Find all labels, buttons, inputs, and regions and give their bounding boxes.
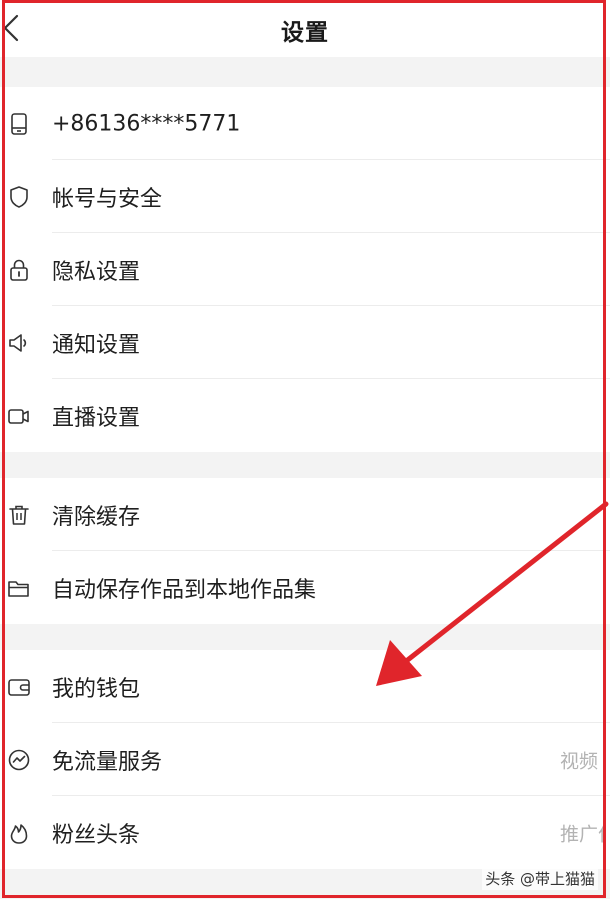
lock-icon — [6, 257, 32, 283]
trash-icon — [6, 502, 32, 528]
folder-icon — [6, 575, 32, 601]
section-gap — [0, 57, 610, 87]
settings-item-label: 帐号与安全 — [52, 186, 163, 212]
settings-item-label: 自动保存作品到本地作品集 — [52, 577, 317, 603]
settings-item-label: 隐私设置 — [52, 259, 141, 285]
settings-item-free-data[interactable]: 免流量服务 视频 — [0, 723, 610, 796]
settings-item-detail: 推广作品 — [560, 823, 606, 845]
settings-item-live[interactable]: 直播设置 — [0, 379, 610, 452]
settings-item-label: 免流量服务 — [52, 749, 163, 775]
data-plan-icon — [6, 747, 32, 773]
settings-item-label: 粉丝头条 — [52, 822, 141, 848]
shield-icon — [6, 184, 32, 210]
phone-icon — [6, 111, 32, 137]
settings-item-label: 直播设置 — [52, 405, 141, 431]
settings-item-detail: 视频 — [560, 750, 599, 772]
nav-header: 设置 — [0, 0, 610, 57]
camera-icon — [6, 403, 32, 429]
annotation-arrow — [376, 501, 609, 686]
settings-item-label: 我的钱包 — [52, 676, 141, 702]
settings-item-label: 通知设置 — [52, 332, 141, 358]
settings-item-notifications[interactable]: 通知设置 — [0, 306, 610, 379]
settings-item-privacy[interactable]: 隐私设置 — [0, 233, 610, 306]
page-title: 设置 — [281, 20, 329, 46]
settings-list: +86136****5771 帐号与安全 隐私设置 通知设置 直播设置 清除缓存… — [0, 57, 610, 899]
settings-item-fans-headline[interactable]: 粉丝头条 推广作品 — [0, 796, 610, 869]
watermark: 头条 @带上猫猫 — [482, 867, 598, 890]
settings-item-phone[interactable]: +86136****5771 — [0, 87, 610, 160]
settings-item-label: 清除缓存 — [52, 504, 141, 530]
settings-item-account-security[interactable]: 帐号与安全 — [0, 160, 610, 233]
speaker-icon — [6, 330, 32, 356]
section-gap — [0, 452, 610, 478]
flame-icon — [6, 820, 32, 846]
wallet-icon — [6, 674, 32, 700]
settings-item-label: +86136****5771 — [52, 111, 241, 136]
